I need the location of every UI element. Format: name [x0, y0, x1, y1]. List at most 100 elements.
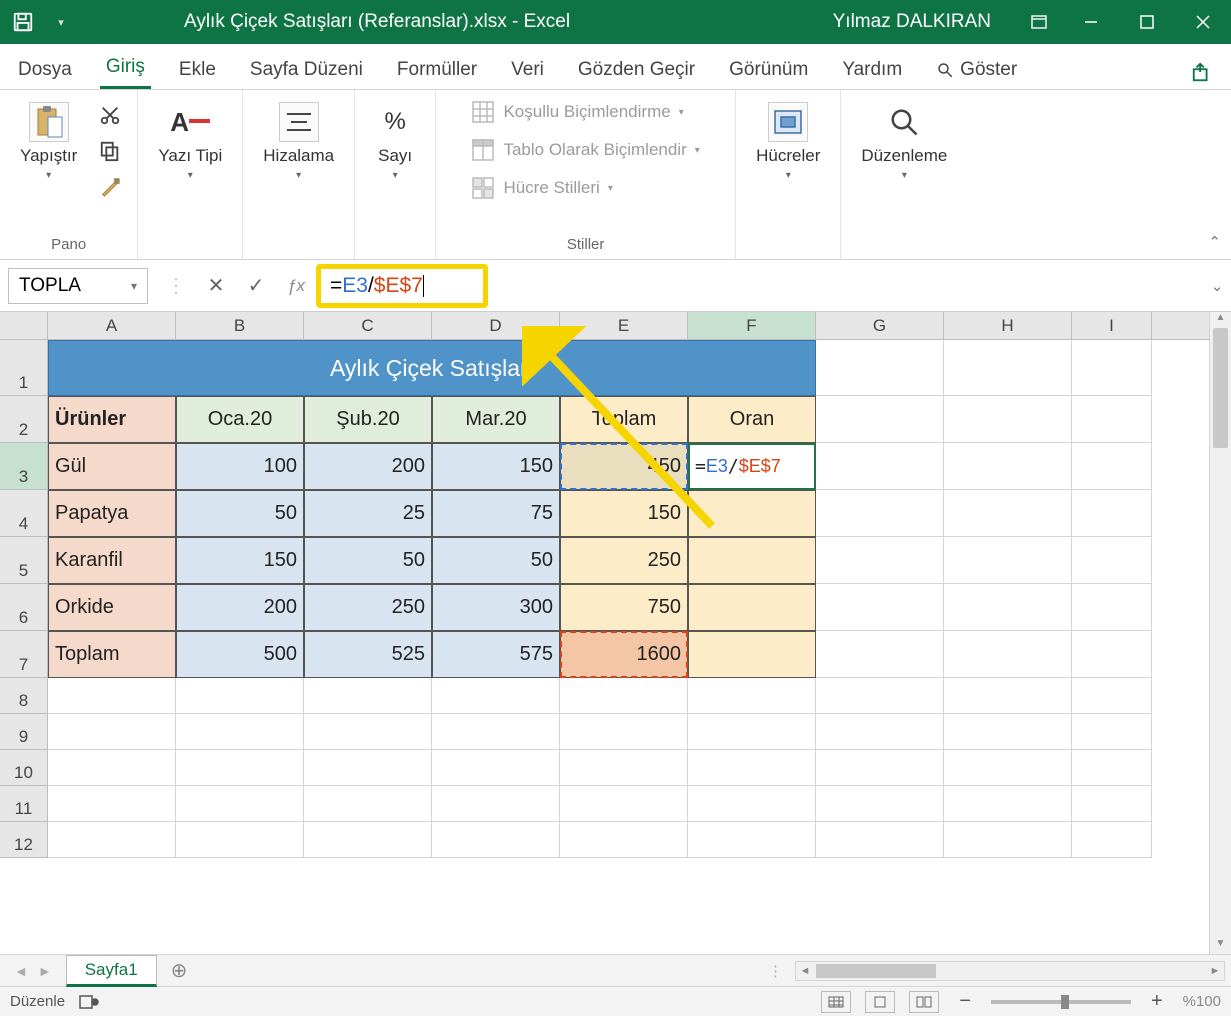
- cell[interactable]: [816, 443, 944, 490]
- col-header-d[interactable]: D: [432, 312, 560, 339]
- cell[interactable]: [304, 714, 432, 750]
- tab-view[interactable]: Görünüm: [723, 51, 814, 89]
- cells-button[interactable]: Hücreler ▾: [746, 96, 830, 187]
- cell[interactable]: [176, 678, 304, 714]
- cell[interactable]: [1072, 714, 1152, 750]
- cell[interactable]: [944, 340, 1072, 396]
- cell-value[interactable]: 150: [176, 537, 304, 584]
- cell-value[interactable]: 50: [432, 537, 560, 584]
- col-header-g[interactable]: G: [816, 312, 944, 339]
- cell[interactable]: [1072, 443, 1152, 490]
- cell-value[interactable]: 50: [176, 490, 304, 537]
- cell[interactable]: [48, 678, 176, 714]
- cell[interactable]: [944, 537, 1072, 584]
- format-as-table-button[interactable]: Tablo Olarak Biçimlendir ▾: [471, 134, 699, 166]
- cell[interactable]: [560, 714, 688, 750]
- cell[interactable]: [48, 714, 176, 750]
- cell[interactable]: [432, 786, 560, 822]
- cell[interactable]: [432, 714, 560, 750]
- cell[interactable]: [560, 822, 688, 858]
- footer-value[interactable]: 500: [176, 631, 304, 678]
- product-name[interactable]: Karanfil: [48, 537, 176, 584]
- header-month[interactable]: Oca.20: [176, 396, 304, 443]
- cell[interactable]: [816, 340, 944, 396]
- cell-value[interactable]: 200: [304, 443, 432, 490]
- cell-value[interactable]: 200: [176, 584, 304, 631]
- horizontal-scrollbar[interactable]: ◄ ►: [795, 961, 1225, 981]
- tab-split-handle[interactable]: ⋮: [762, 962, 789, 980]
- cell[interactable]: [304, 786, 432, 822]
- footer-label[interactable]: Toplam: [48, 631, 176, 678]
- tab-help[interactable]: Yardım: [836, 51, 908, 89]
- cell[interactable]: [944, 750, 1072, 786]
- scroll-thumb[interactable]: [1213, 328, 1228, 448]
- worksheet-grid[interactable]: A B C D E F G H I 1 Aylık Çiçek Satışlar…: [0, 312, 1231, 954]
- alignment-button[interactable]: Hizalama ▾: [253, 96, 344, 187]
- cell[interactable]: [816, 714, 944, 750]
- tab-data[interactable]: Veri: [505, 51, 550, 89]
- cell[interactable]: [816, 490, 944, 537]
- zoom-out-button[interactable]: −: [953, 990, 977, 1013]
- cell[interactable]: [560, 678, 688, 714]
- share-button[interactable]: [1185, 55, 1219, 89]
- cell[interactable]: [688, 786, 816, 822]
- cell[interactable]: [688, 631, 816, 678]
- cell[interactable]: [176, 714, 304, 750]
- vertical-scrollbar[interactable]: ▲ ▼: [1209, 312, 1231, 954]
- row-header[interactable]: 11: [0, 786, 48, 822]
- row-header[interactable]: 5: [0, 537, 48, 584]
- col-header-i[interactable]: I: [1072, 312, 1152, 339]
- format-painter-icon[interactable]: [97, 174, 123, 200]
- cell-value[interactable]: 150: [432, 443, 560, 490]
- cell[interactable]: [944, 786, 1072, 822]
- tab-review[interactable]: Gözden Geçir: [572, 51, 701, 89]
- cell[interactable]: [1072, 490, 1152, 537]
- zoom-handle[interactable]: [1061, 995, 1069, 1009]
- cell-total[interactable]: 150: [560, 490, 688, 537]
- scroll-thumb[interactable]: [816, 964, 936, 978]
- view-page-break-button[interactable]: [909, 991, 939, 1013]
- col-header-h[interactable]: H: [944, 312, 1072, 339]
- expand-formula-bar-icon[interactable]: ⌄: [1203, 277, 1231, 295]
- cell[interactable]: [688, 750, 816, 786]
- cell[interactable]: [560, 750, 688, 786]
- header-total[interactable]: Toplam: [560, 396, 688, 443]
- cell[interactable]: [944, 678, 1072, 714]
- row-header[interactable]: 9: [0, 714, 48, 750]
- sheet-tab[interactable]: Sayfa1: [66, 955, 157, 987]
- cell[interactable]: [944, 443, 1072, 490]
- number-button[interactable]: % Sayı ▾: [365, 96, 425, 187]
- cell[interactable]: [304, 822, 432, 858]
- cell[interactable]: [816, 631, 944, 678]
- col-header-e[interactable]: E: [560, 312, 688, 339]
- editing-cell-f3[interactable]: =E3/$E$7: [688, 443, 816, 490]
- cell[interactable]: [944, 490, 1072, 537]
- row-header[interactable]: 3: [0, 443, 48, 490]
- row-header[interactable]: 10: [0, 750, 48, 786]
- cell[interactable]: [1072, 786, 1152, 822]
- row-header[interactable]: 2: [0, 396, 48, 443]
- tab-insert[interactable]: Ekle: [173, 51, 222, 89]
- cell-value[interactable]: 300: [432, 584, 560, 631]
- cell-total[interactable]: 750: [560, 584, 688, 631]
- cell[interactable]: [688, 714, 816, 750]
- minimize-button[interactable]: [1063, 0, 1119, 44]
- insert-function-button[interactable]: ƒx: [276, 268, 316, 304]
- cell[interactable]: [432, 750, 560, 786]
- cell[interactable]: [816, 537, 944, 584]
- cell-styles-button[interactable]: Hücre Stilleri ▾: [471, 172, 612, 204]
- user-name[interactable]: Yılmaz DALKIRAN: [809, 11, 1015, 33]
- cell[interactable]: [688, 678, 816, 714]
- tab-formulas[interactable]: Formüller: [391, 51, 483, 89]
- ribbon-display-options-icon[interactable]: [1015, 0, 1063, 44]
- cell[interactable]: [688, 584, 816, 631]
- cell[interactable]: [1072, 822, 1152, 858]
- enter-formula-button[interactable]: ✓: [236, 268, 276, 304]
- add-sheet-button[interactable]: ⊕: [157, 958, 202, 983]
- tab-home[interactable]: Giriş: [100, 48, 151, 89]
- row-header[interactable]: 6: [0, 584, 48, 631]
- zoom-in-button[interactable]: +: [1145, 990, 1169, 1013]
- row-header[interactable]: 7: [0, 631, 48, 678]
- zoom-slider[interactable]: [991, 1000, 1131, 1004]
- cell[interactable]: [48, 786, 176, 822]
